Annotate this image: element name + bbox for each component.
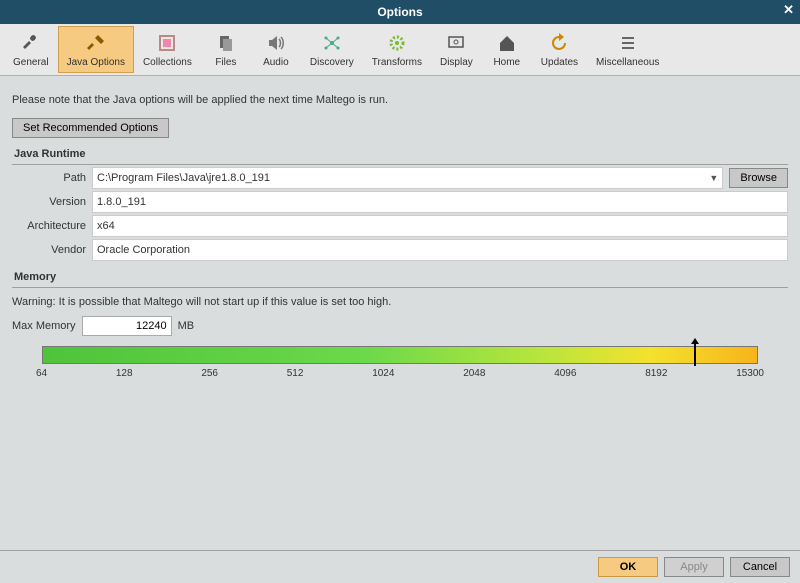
tab-discovery[interactable]: Discovery [301, 26, 363, 73]
vendor-field: Oracle Corporation [92, 239, 788, 261]
memory-group: Memory Warning: It is possible that Malt… [12, 271, 788, 379]
tab-label: Display [440, 57, 473, 68]
toolbar: General Java Options Collections Files A… [0, 24, 800, 76]
path-value: C:\Program Files\Java\jre1.8.0_191 [97, 172, 270, 184]
chevron-down-icon: ▼ [709, 173, 718, 183]
wrench-icon [19, 31, 43, 55]
display-icon [444, 31, 468, 55]
tab-label: Audio [263, 57, 289, 68]
set-recommended-button[interactable]: Set Recommended Options [12, 118, 169, 138]
apply-button[interactable]: Apply [664, 557, 724, 577]
tab-label: Collections [143, 57, 192, 68]
gear-icon [385, 31, 409, 55]
tab-home[interactable]: Home [482, 26, 532, 73]
titlebar: Options ✕ [0, 0, 800, 24]
browse-button[interactable]: Browse [729, 168, 788, 188]
grid-icon [155, 31, 179, 55]
tab-label: Discovery [310, 57, 354, 68]
window-title: Options [377, 5, 422, 19]
tab-label: Transforms [372, 57, 422, 68]
tab-general[interactable]: General [4, 26, 58, 73]
java-runtime-title: Java Runtime [12, 148, 788, 160]
tab-display[interactable]: Display [431, 26, 482, 73]
memory-warning: Warning: It is possible that Maltego wil… [12, 296, 788, 308]
memory-unit: MB [178, 320, 195, 332]
apply-note: Please note that the Java options will b… [12, 94, 788, 106]
tab-updates[interactable]: Updates [532, 26, 587, 73]
tab-label: Home [493, 57, 520, 68]
speaker-icon [264, 31, 288, 55]
footer: OK Apply Cancel [0, 550, 800, 583]
tab-misc[interactable]: Miscellaneous [587, 26, 668, 73]
close-icon[interactable]: ✕ [783, 2, 794, 18]
ok-button[interactable]: OK [598, 557, 658, 577]
tab-files[interactable]: Files [201, 26, 251, 73]
tab-label: Updates [541, 57, 578, 68]
tab-label: General [13, 57, 49, 68]
refresh-icon [547, 31, 571, 55]
list-icon [616, 31, 640, 55]
cancel-button[interactable]: Cancel [730, 557, 790, 577]
max-memory-input[interactable] [82, 316, 172, 336]
path-dropdown[interactable]: C:\Program Files\Java\jre1.8.0_191 ▼ [92, 167, 723, 189]
path-label: Path [12, 172, 92, 184]
tab-label: Files [215, 57, 236, 68]
vendor-label: Vendor [12, 244, 92, 256]
tab-label: Java Options [67, 57, 125, 68]
slider-ticks: 64 128 256 512 1024 2048 4096 8192 15300 [36, 368, 764, 379]
memory-slider[interactable] [42, 346, 758, 364]
java-runtime-group: Java Runtime Path C:\Program Files\Java\… [12, 148, 788, 261]
arch-field: x64 [92, 215, 788, 237]
version-label: Version [12, 196, 92, 208]
network-icon [320, 31, 344, 55]
content-area: Please note that the Java options will b… [0, 76, 800, 550]
tab-label: Miscellaneous [596, 57, 659, 68]
home-icon [495, 31, 519, 55]
version-field: 1.8.0_191 [92, 191, 788, 213]
tab-java-options[interactable]: Java Options [58, 26, 134, 73]
tab-collections[interactable]: Collections [134, 26, 201, 73]
memory-title: Memory [12, 271, 788, 283]
arch-label: Architecture [12, 220, 92, 232]
tools-icon [84, 31, 108, 55]
max-memory-label: Max Memory [12, 320, 76, 332]
tab-audio[interactable]: Audio [251, 26, 301, 73]
tab-transforms[interactable]: Transforms [363, 26, 431, 73]
files-icon [214, 31, 238, 55]
